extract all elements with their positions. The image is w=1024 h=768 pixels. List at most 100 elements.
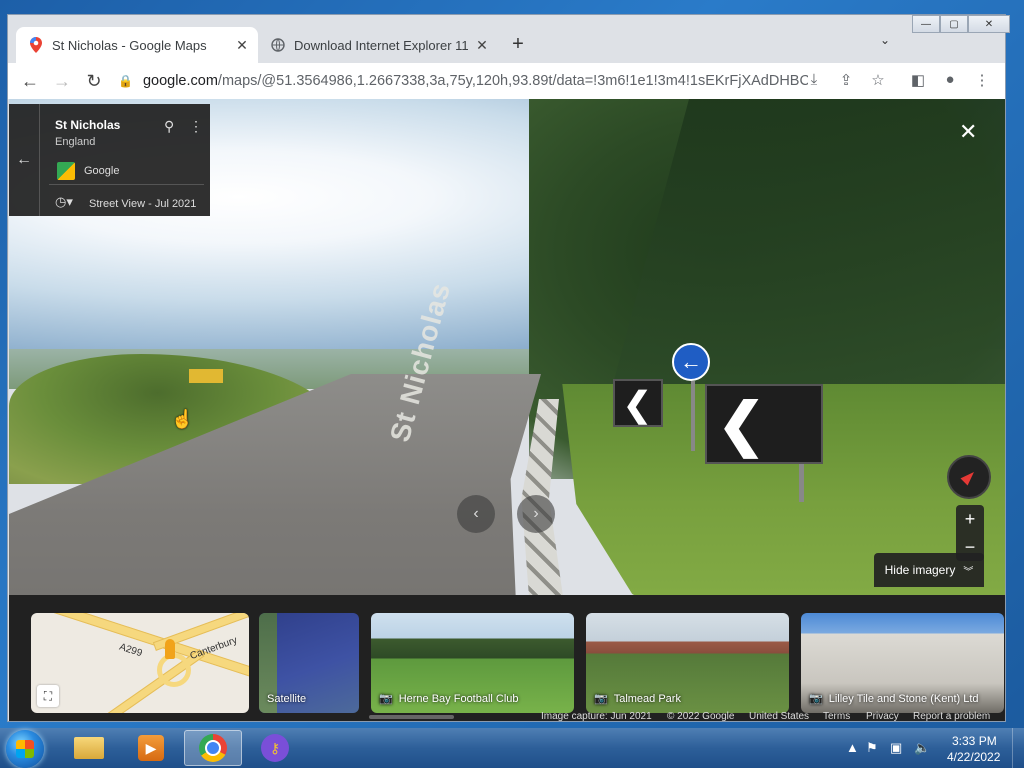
chrome-icon [199,734,227,762]
provider-name: Google [84,165,120,177]
forward-arrow-icon[interactable]: → [46,71,78,92]
camera-icon: 📷 [809,693,823,705]
sign-post [799,464,804,502]
side-panel-icon[interactable]: ◧ [908,71,928,89]
install-icon[interactable]: ⤓ [804,71,824,88]
map-road-label: A299 [117,641,144,660]
taskbar-security-app[interactable]: ⚷ [246,730,304,766]
hide-imagery-label: Hide imagery [884,563,956,577]
pegman-icon [165,639,175,659]
imagery-strip: A299 Canterbury ⛶ Satellite 📷 Herne Bay F… [9,595,1005,721]
divider [49,184,204,185]
map-footer: Image capture: Jun 2021 © 2022 Google Un… [9,711,1005,721]
profile-avatar-icon[interactable]: ● [940,71,960,88]
show-desktop-button[interactable] [1012,728,1024,768]
taskbar-explorer[interactable] [60,730,118,766]
taskbar-chrome[interactable] [184,730,242,766]
clock-date[interactable]: 4/22/2022 [947,750,1000,764]
key-icon: ⚷ [261,734,289,762]
place-name: St Nicholas [55,118,121,132]
windows-logo-icon [16,740,34,758]
browser-menu-icon[interactable]: ⋮ [972,71,992,89]
photo-thumbnail-talmead-park[interactable]: 📷 Talmead Park [586,613,789,713]
chevron-sign-icon: ❮ [705,384,823,464]
action-center-flag-icon[interactable]: ⚑ [866,740,878,756]
google-maps-logo-icon [57,162,75,180]
hide-imagery-button[interactable]: Hide imagery ︾ [874,553,984,587]
street-view-info-card: ← St Nicholas England ⚲ ⋮ Google ◷▾ Stre… [9,104,210,216]
network-icon[interactable]: ▣ [890,740,902,756]
share-icon[interactable]: ⇪ [836,71,856,89]
tab-google-maps[interactable]: St Nicholas - Google Maps ✕ [16,27,258,63]
close-window-button[interactable]: ✕ [968,15,1010,33]
compass-needle [960,468,978,486]
clock-time[interactable]: 3:33 PM [952,734,997,748]
street-view-panorama[interactable]: St Nicholas ← ❮ ❮ ← St Nicholas England … [9,99,1005,721]
map-road [99,648,205,713]
volume-icon[interactable]: 🔈 [914,740,930,756]
close-icon[interactable]: ✕ [959,119,977,145]
history-clock-icon[interactable]: ◷▾ [55,194,73,210]
compass-icon[interactable] [947,455,991,499]
url-host: google.com [142,73,218,89]
thumbnail-label: 📷 Talmead Park [594,692,681,706]
tab-title: St Nicholas - Google Maps [52,37,207,53]
chrome-icon-center [205,740,221,756]
image-capture-text: Image capture: Jun 2021 [541,711,652,721]
next-arrow-button[interactable]: › [517,495,555,533]
region-link[interactable]: United States [749,711,809,721]
place-region: England [55,136,96,148]
photo-thumbnail-lilley-tile[interactable]: 📷 Lilley Tile and Stone (Kent) Ltd [801,613,1004,713]
capture-date-label[interactable]: Street View - Jul 2021 [89,198,196,210]
location-pin-icon[interactable]: ⚲ [164,118,174,135]
back-arrow-icon[interactable]: ← [14,71,46,92]
taskbar-media-player[interactable]: ▶ [122,730,180,766]
tab-search-icon[interactable]: ⌄ [880,33,890,47]
show-hidden-icons-icon[interactable]: ▲ [846,740,859,755]
satellite-thumbnail[interactable]: Satellite [259,613,359,713]
zoom-in-button[interactable]: + [956,505,984,533]
roadside-sign [189,369,223,383]
copyright-text: © 2022 Google [667,711,735,721]
browser-toolbar: ← → ↻ 🔒 google.com/maps/@51.3564986,1.26… [8,63,1005,99]
window-controls: — ▢ ✕ [912,15,1010,33]
bookmark-star-icon[interactable]: ☆ [868,71,888,89]
photo-thumbnail-herne-bay[interactable]: 📷 Herne Bay Football Club [371,613,574,713]
reload-icon[interactable]: ↻ [78,71,110,92]
tab-strip: St Nicholas - Google Maps ✕ Download Int… [8,15,1010,63]
globe-icon [270,37,286,53]
address-bar[interactable]: 🔒 google.com/maps/@51.3564986,1.2667338,… [118,67,808,95]
start-button[interactable] [6,730,44,768]
thumbnail-label: 📷 Herne Bay Football Club [379,692,519,706]
terms-link[interactable]: Terms [823,711,850,721]
report-problem-link[interactable]: Report a problem [913,711,990,721]
new-tab-button[interactable]: + [508,33,528,56]
map-thumbnail[interactable]: A299 Canterbury ⛶ [31,613,249,713]
maximize-button[interactable]: ▢ [940,15,968,33]
tab-title: Download Internet Explorer 11 fo [294,37,472,53]
folder-icon [74,737,104,759]
google-maps-pin-icon [28,37,44,53]
minimize-button[interactable]: — [912,15,940,33]
tab-close-icon[interactable]: ✕ [232,37,252,54]
browser-window: St Nicholas - Google Maps ✕ Download Int… [7,14,1010,722]
keep-left-sign-icon: ← [672,343,710,381]
more-options-icon[interactable]: ⋮ [189,118,203,135]
camera-icon: 📷 [379,693,393,705]
chevron-down-icon: ︾ [963,566,974,578]
lock-icon: 🔒 [118,74,133,88]
previous-arrow-button[interactable]: ‹ [457,495,495,533]
url-path: /maps/@51.3564986,1.2667338,3a,75y,120h,… [217,73,808,89]
back-arrow-icon[interactable]: ← [9,104,40,216]
camera-icon: 📷 [594,693,608,705]
sign-post [691,381,695,451]
taskbar: ▶ ⚷ ▲ ⚑ ▣ 🔈 3:33 PM 4/22/2022 [0,728,1024,768]
hand-cursor-icon: ☝ [171,409,194,429]
expand-icon[interactable]: ⛶ [37,685,59,707]
thumbnail-label: 📷 Lilley Tile and Stone (Kent) Ltd [809,692,979,706]
tab-download-ie[interactable]: Download Internet Explorer 11 fo ✕ [258,27,498,63]
tab-close-icon[interactable]: ✕ [472,37,492,54]
privacy-link[interactable]: Privacy [866,711,899,721]
media-player-icon: ▶ [138,735,164,761]
chevron-sign-icon: ❮ [613,379,663,427]
